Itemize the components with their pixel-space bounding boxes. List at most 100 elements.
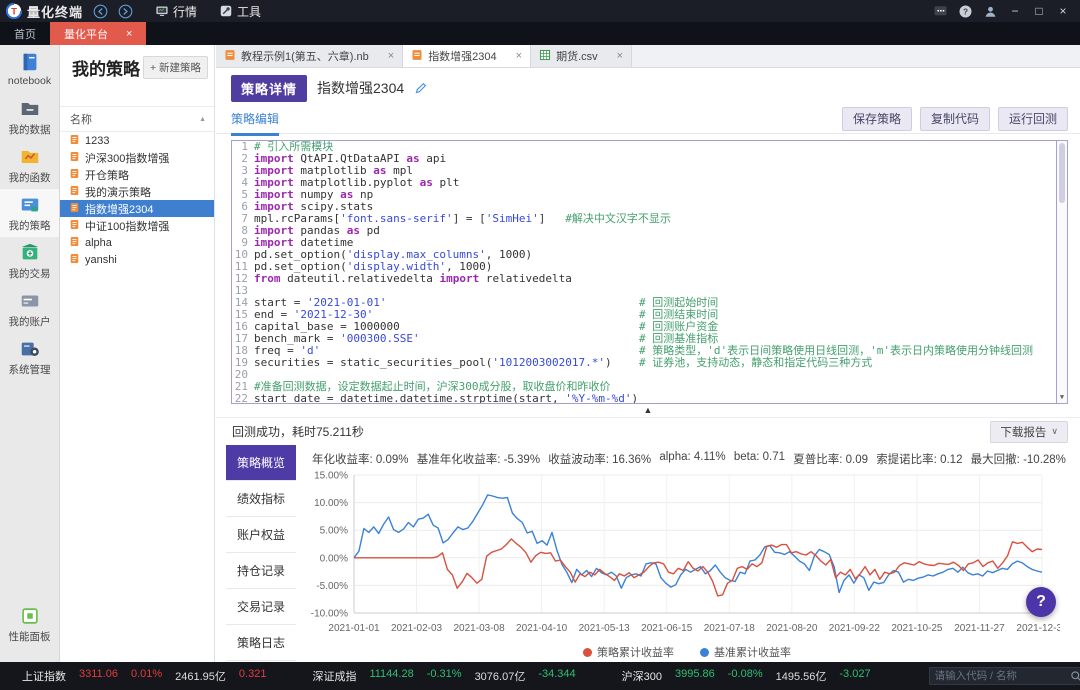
trade-safe-icon xyxy=(19,242,41,264)
backtest-tab-2[interactable]: 账户权益 xyxy=(226,517,296,553)
strategy-doc-icon xyxy=(69,168,80,182)
backtest-tab-0[interactable]: 策略概览 xyxy=(226,445,296,481)
metric: 最大回撤: -10.28% xyxy=(971,451,1066,467)
legend-item[interactable]: 基准累计收益率 xyxy=(700,644,791,660)
doc-tab-2[interactable]: 期货.csv× xyxy=(531,45,632,67)
save-strategy-button[interactable]: 保存策略 xyxy=(842,107,912,131)
menu-market[interactable]: 行情 xyxy=(155,3,197,20)
doc-tab-1[interactable]: 指数增强2304× xyxy=(403,45,531,67)
sidebar-item-my-strategies[interactable]: 我的策略 xyxy=(0,189,59,237)
sidebar-item-my-account[interactable]: 我的账户 xyxy=(0,285,59,333)
strategy-list-item[interactable]: 指数增强2304 xyxy=(60,200,214,217)
metric: 夏普比率: 0.09 xyxy=(793,451,868,467)
strategy-list-item[interactable]: 开仓策略 xyxy=(60,166,214,183)
search-icon[interactable] xyxy=(1070,670,1080,682)
copy-code-button[interactable]: 复制代码 xyxy=(920,107,990,131)
functions-folder-icon xyxy=(19,146,41,168)
close-icon[interactable]: × xyxy=(388,50,394,62)
close-icon[interactable]: × xyxy=(617,50,623,62)
code-line[interactable]: 19securities = static_securities_pool('1… xyxy=(232,357,1067,369)
sidebar-item-my-functions[interactable]: 我的函数 xyxy=(0,141,59,189)
minimize-button[interactable]: − xyxy=(1008,4,1022,18)
notebook-icon xyxy=(19,51,41,73)
strategy-list-item[interactable]: 中证100指数增强 xyxy=(60,217,214,234)
close-icon[interactable]: × xyxy=(516,50,522,62)
svg-text:2021-05-13: 2021-05-13 xyxy=(579,623,631,634)
code-line[interactable]: 8import pandas as pd xyxy=(232,225,1067,237)
close-icon[interactable]: × xyxy=(126,28,132,40)
menu-tools[interactable]: 工具 xyxy=(219,3,261,20)
strategy-list: 1233沪深300指数增强开仓策略我的演示策略指数增强2304中证100指数增强… xyxy=(60,132,214,268)
backtest-tab-1[interactable]: 绩效指标 xyxy=(226,481,296,517)
scroll-down-icon[interactable]: ▼ xyxy=(1057,391,1067,403)
strategy-name: 指数增强2304 xyxy=(317,78,404,98)
cpu-icon xyxy=(19,605,41,627)
svg-text:2021-09-22: 2021-09-22 xyxy=(829,623,881,634)
backtest-tab-3[interactable]: 持仓记录 xyxy=(226,553,296,589)
editor-scrollbar[interactable]: ▼ xyxy=(1056,141,1067,403)
floating-help-button[interactable]: ? xyxy=(1026,587,1056,617)
strategy-list-item[interactable]: alpha xyxy=(60,234,214,251)
legend-item[interactable]: 策略累计收益率 xyxy=(583,644,674,660)
csv-table-icon xyxy=(539,49,551,64)
svg-text:2021-01-01: 2021-01-01 xyxy=(328,623,380,634)
feedback-chat-icon[interactable] xyxy=(933,4,948,19)
tab-strategy-editor[interactable]: 策略编辑 xyxy=(231,110,279,136)
account-card-icon xyxy=(19,290,41,312)
strategy-list-header[interactable]: 名称 ▲ xyxy=(60,106,214,132)
strategy-list-item[interactable]: 我的演示策略 xyxy=(60,183,214,200)
strategy-doc-icon xyxy=(69,253,80,267)
strategy-list-item[interactable]: 1233 xyxy=(60,132,214,149)
svg-text:-10.00%: -10.00% xyxy=(311,609,348,620)
new-strategy-button[interactable]: + 新建策略 xyxy=(143,56,208,79)
back-icon[interactable] xyxy=(93,4,108,19)
metric: 年化收益率: 0.09% xyxy=(312,451,409,467)
code-editor[interactable]: 1# 引入所需模块2import QtAPI.QtDataAPI as api3… xyxy=(231,140,1068,404)
edit-pencil-icon[interactable] xyxy=(414,82,427,95)
market-monitor-icon xyxy=(155,4,169,18)
backtest-tab-4[interactable]: 交易记录 xyxy=(226,589,296,625)
ticker-search[interactable] xyxy=(929,667,1080,685)
download-report-button[interactable]: 下载报告 ∨ xyxy=(990,421,1068,443)
maximize-button[interactable]: □ xyxy=(1032,4,1046,18)
index-quote[interactable]: 上证指数3311.060.01%2461.95亿0.321 xyxy=(22,668,266,684)
metrics-row: 年化收益率: 0.09%基准年化收益率: -5.39%收益波动率: 16.36%… xyxy=(300,445,1074,469)
sidebar-item-my-data[interactable]: 我的数据 xyxy=(0,93,59,141)
sidebar-item-system-management[interactable]: 系统管理 xyxy=(0,333,59,381)
code-line[interactable]: 22start_date = datetime.datetime.strptim… xyxy=(232,393,1067,404)
document-tab-bar: 教程示例1(第五、六章).nb×指数增强2304×期货.csv× xyxy=(216,45,1080,68)
window-tab-0[interactable]: 首页 xyxy=(0,22,50,45)
strategy-list-item[interactable]: yanshi xyxy=(60,251,214,268)
svg-text:2021-06-15: 2021-06-15 xyxy=(641,623,693,634)
svg-text:2021-10-25: 2021-10-25 xyxy=(891,623,943,634)
svg-text:2021-03-08: 2021-03-08 xyxy=(454,623,506,634)
backtest-tab-5[interactable]: 策略日志 xyxy=(226,625,296,661)
help-icon[interactable]: ? xyxy=(958,4,973,19)
sidebar-item-my-trades[interactable]: 我的交易 xyxy=(0,237,59,285)
metric: alpha: 4.11% xyxy=(659,451,725,467)
svg-text:T: T xyxy=(11,7,17,18)
index-quote[interactable]: 沪深3003995.86-0.08%1495.56亿-3.027 xyxy=(622,668,871,684)
doc-tab-0[interactable]: 教程示例1(第五、六章).nb× xyxy=(216,45,403,67)
strategy-doc-icon xyxy=(69,134,80,148)
run-backtest-button[interactable]: 运行回测 xyxy=(998,107,1068,131)
close-button[interactable]: × xyxy=(1056,4,1070,18)
collapse-editor-handle[interactable]: ▲ xyxy=(216,404,1080,417)
index-quote[interactable]: 深证成指11144.28-0.31%3076.07亿-34.344 xyxy=(312,668,575,684)
user-icon[interactable] xyxy=(983,4,998,19)
sort-asc-icon[interactable]: ▲ xyxy=(199,116,206,123)
strategy-panel-title: 我的策略 xyxy=(72,55,140,80)
forward-icon[interactable] xyxy=(118,4,133,19)
strategy-doc-icon xyxy=(69,185,80,199)
code-line[interactable]: 12from dateutil.relativedelta import rel… xyxy=(232,273,1067,285)
svg-text:2021-08-20: 2021-08-20 xyxy=(766,623,818,634)
svg-text:5.00%: 5.00% xyxy=(320,526,348,537)
sidebar-item-notebook[interactable]: notebook xyxy=(0,45,59,93)
window-tab-1[interactable]: 量化平台× xyxy=(50,22,146,45)
svg-text:0.00%: 0.00% xyxy=(320,553,348,564)
strategy-list-item[interactable]: 沪深300指数增强 xyxy=(60,149,214,166)
ticker-search-input[interactable] xyxy=(935,670,1070,682)
metric: 索提诺比率: 0.12 xyxy=(876,451,962,467)
sidebar-item-performance-panel[interactable]: 性能面板 xyxy=(0,600,59,648)
svg-text:2021-12-30: 2021-12-30 xyxy=(1016,623,1060,634)
